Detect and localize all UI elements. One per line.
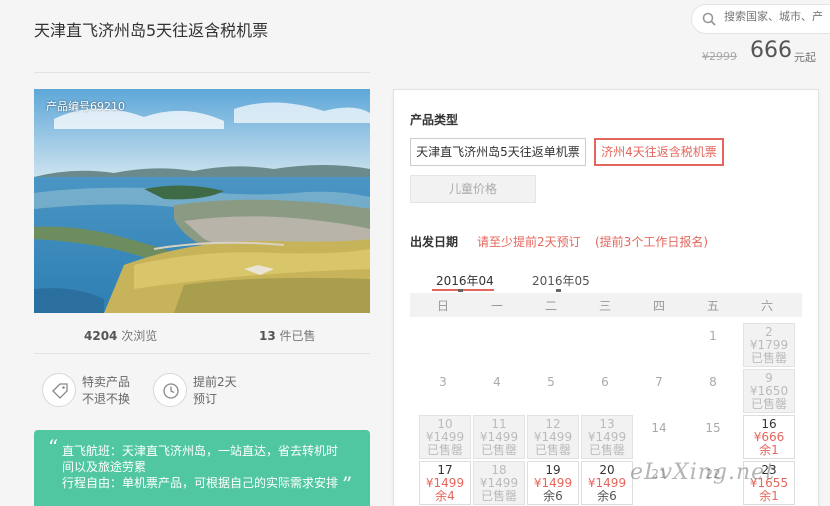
views-stat: 4204 次浏览 [84,327,157,344]
advance-booking-hint: 请至少提前2天预订 [477,235,581,249]
calendar-day-available[interactable]: 20 ¥1499 余6 [581,461,633,505]
sold-label: 件已售 [275,329,316,343]
feature-line: 提前2天 [193,375,237,389]
tab-month-2016-04[interactable]: 2016年04 [436,272,494,289]
calendar-day-available[interactable]: 16 ¥666 余1 [743,415,795,459]
price-unit: 元起 [794,51,816,64]
weekday-header: 日 一 二 三 四 五 六 [410,293,802,317]
watermark: eLvXing.net [630,460,776,485]
search-input[interactable] [724,10,830,23]
product-type-label: 产品类型 [410,113,459,127]
calendar-day-sold-out: 9 ¥1650 已售罄 [743,369,795,413]
calendar-day: 8 [709,375,717,389]
views-count: 4204 [84,329,118,343]
open-quote-icon: “ [48,435,59,459]
calendar-day-sold-out: 18 ¥1499 已售罄 [473,461,525,505]
weekday-sat: 六 [760,299,773,313]
calendar-day: 3 [439,375,447,389]
highlight-line: 行程自由：单机票产品，可根据自己的实际需求安排 [62,476,339,490]
tab-month-2016-05[interactable]: 2016年05 [532,272,590,289]
highlight-line: 直飞航班：天津直飞济州岛，一站直达，省去转机时间以及旅途劳累 [62,444,339,474]
sold-count: 13 [259,329,276,343]
calendar-day-sold-out: 13 ¥1499 已售罄 [581,415,633,459]
product-photo: 产品编号69210 [34,89,370,313]
current-price: 666 [750,38,792,63]
active-month-indicator [432,289,494,291]
sold-stat: 13 件已售 [259,327,316,344]
calendar-day: 6 [601,375,609,389]
calendar-day: 15 [705,421,721,435]
highlights-box: “ 直飞航班：天津直飞济州岛，一站直达，省去转机时间以及旅途劳累 行程自由：单机… [34,430,370,506]
weekday-fri: 五 [706,299,719,313]
product-stats: 4204 次浏览 13 件已售 [34,324,370,354]
calendar-day-available[interactable]: 17 ¥1499 余4 [419,461,471,505]
clock-icon [153,373,187,407]
calendar-day-available[interactable]: 19 ¥1499 余6 [527,461,579,505]
weekday-tue: 二 [544,299,557,313]
booking-panel: 产品类型 天津直飞济州岛5天往返单机票 济州4天往返含税机票 儿童价格 出发日期… [393,89,819,506]
search-box[interactable] [691,4,830,34]
calendar-day-sold-out: 11 ¥1499 已售罄 [473,415,525,459]
title-divider [34,72,370,73]
weekday-sun: 日 [436,299,449,313]
weekday-mon: 一 [490,299,503,313]
calendar-day-sold-out: 2 ¥1799 已售罄 [743,323,795,367]
calendar-day-sold-out: 12 ¥1499 已售罄 [527,415,579,459]
original-price: ¥2999 [702,50,737,63]
feature-line: 预订 [193,392,218,406]
calendar-day: 1 [709,329,717,343]
month-marker [556,289,561,292]
calendar-day: 5 [547,375,555,389]
tag-icon [42,373,76,407]
feature-line: 特卖产品 [82,375,131,389]
option-single-ticket[interactable]: 天津直飞济州岛5天往返单机票 [410,138,586,166]
search-icon [702,12,716,26]
weekday-thu: 四 [652,299,665,313]
close-quote-icon: ” [342,472,353,496]
feature-line: 不退不换 [82,392,131,406]
workday-hint: (提前3个工作日报名) [595,235,708,249]
calendar-day: 4 [493,375,501,389]
jeju-coast-image [34,89,370,313]
calendar-day-sold-out: 10 ¥1499 已售罄 [419,415,471,459]
option-child-price[interactable]: 儿童价格 [410,175,536,203]
option-4day-ticket[interactable]: 济州4天往返含税机票 [594,138,724,166]
calendar-day: 14 [651,421,667,435]
page-title: 天津直飞济州岛5天往返含税机票 [34,21,269,40]
weekday-wed: 三 [598,299,611,313]
views-label: 次浏览 [117,329,158,343]
departure-date-label: 出发日期 [410,235,459,249]
calendar-day: 7 [655,375,663,389]
month-marker [458,289,463,292]
product-code: 产品编号69210 [46,100,125,113]
